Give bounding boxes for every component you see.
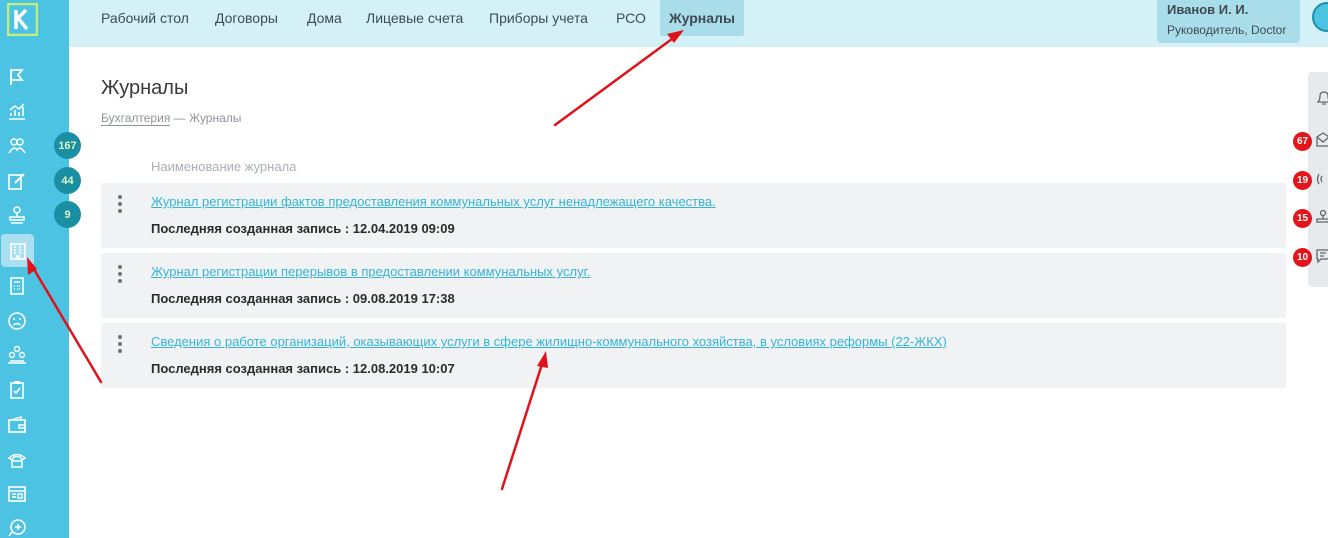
kebab-menu-icon[interactable] [117,265,123,283]
last-record-label: Последняя созданная запись : [151,291,350,306]
stamp-icon[interactable] [1316,209,1328,225]
broadcast-icon[interactable] [1316,171,1328,187]
add-chat-icon[interactable] [4,515,30,538]
last-record-label: Последняя созданная запись : [151,221,350,236]
nav-item-contracts[interactable]: Договоры [206,0,287,36]
wallet-icon[interactable] [4,412,30,438]
envelope-icon[interactable] [1316,132,1328,148]
building-icon[interactable] [1,234,34,267]
badge-67: 67 [1293,132,1312,151]
bell-icon[interactable] [1316,90,1328,106]
edit-icon[interactable] [4,168,30,194]
page-title: Журналы [101,77,189,99]
breadcrumb: Бухгалтерия — Журналы [101,111,242,126]
kebab-menu-icon[interactable] [117,195,123,213]
journal-link[interactable]: Журнал регистрации перерывов в предостав… [151,264,590,279]
avatar[interactable] [1312,2,1328,32]
breadcrumb-parent-link[interactable]: Бухгалтерия [101,111,171,126]
badge-19: 19 [1293,171,1312,190]
flag-icon[interactable] [4,64,30,90]
dashboard-icon[interactable] [4,481,30,507]
journal-last-record: Последняя созданная запись : 12.08.2019 … [151,361,455,376]
journal-link[interactable]: Сведения о работе организаций, оказывающ… [151,334,947,349]
breadcrumb-separator: — [173,111,186,125]
badge-15: 15 [1293,209,1312,228]
calculator-icon[interactable] [4,273,30,299]
nav-item-houses[interactable]: Дома [298,0,351,36]
comment-icon[interactable] [1316,248,1328,264]
nav-item-rso[interactable]: РСО [607,0,655,36]
journal-row: Журнал регистрации перерывов в предостав… [101,253,1286,318]
top-navbar: Рабочий стол Договоры Дома Лицевые счета… [69,0,1328,47]
user-menu[interactable]: Иванов И. И. Руководитель, Doctor [1157,0,1300,43]
column-header: Наименование журнала [151,159,297,174]
last-record-value: 12.08.2019 10:07 [352,361,455,376]
journal-row: Сведения о работе организаций, оказывающ… [101,323,1286,388]
sidebar-badge-167: 167 [54,132,81,159]
journal-last-record: Последняя созданная запись : 12.04.2019 … [151,221,455,236]
last-record-value: 09.08.2019 17:38 [352,291,455,306]
sidebar-badge-9: 9 [54,201,81,228]
user-name: Иванов И. И. [1167,2,1249,17]
people-icon[interactable] [4,133,30,159]
last-record-label: Последняя созданная запись : [151,361,350,376]
nav-item-desktop[interactable]: Рабочий стол [92,0,198,36]
stamp-icon[interactable] [4,202,30,228]
journal-last-record: Последняя созданная запись : 09.08.2019 … [151,291,455,306]
nav-item-meters[interactable]: Приборы учета [480,0,597,36]
user-role: Руководитель, Doctor [1167,23,1287,37]
sad-face-icon[interactable] [4,308,30,334]
group-icon[interactable] [4,342,30,368]
journal-row: Журнал регистрации фактов предоставления… [101,183,1286,248]
sidebar-badge-44: 44 [54,167,81,194]
arrow-to-journals-tab [553,34,678,127]
app-logo-icon [7,3,38,36]
logo-area[interactable] [0,0,69,47]
kebab-menu-icon[interactable] [117,335,123,353]
clipboard-icon[interactable] [4,377,30,403]
last-record-value: 12.04.2019 09:09 [352,221,455,236]
nav-item-accounts[interactable]: Лицевые счета [357,0,472,36]
chart-icon[interactable] [4,98,30,124]
journal-link[interactable]: Журнал регистрации фактов предоставления… [151,194,716,209]
badge-10: 10 [1293,248,1312,267]
breadcrumb-current: Журналы [189,111,242,125]
nav-item-journals[interactable]: Журналы [660,0,744,36]
phone-icon[interactable] [4,447,30,473]
